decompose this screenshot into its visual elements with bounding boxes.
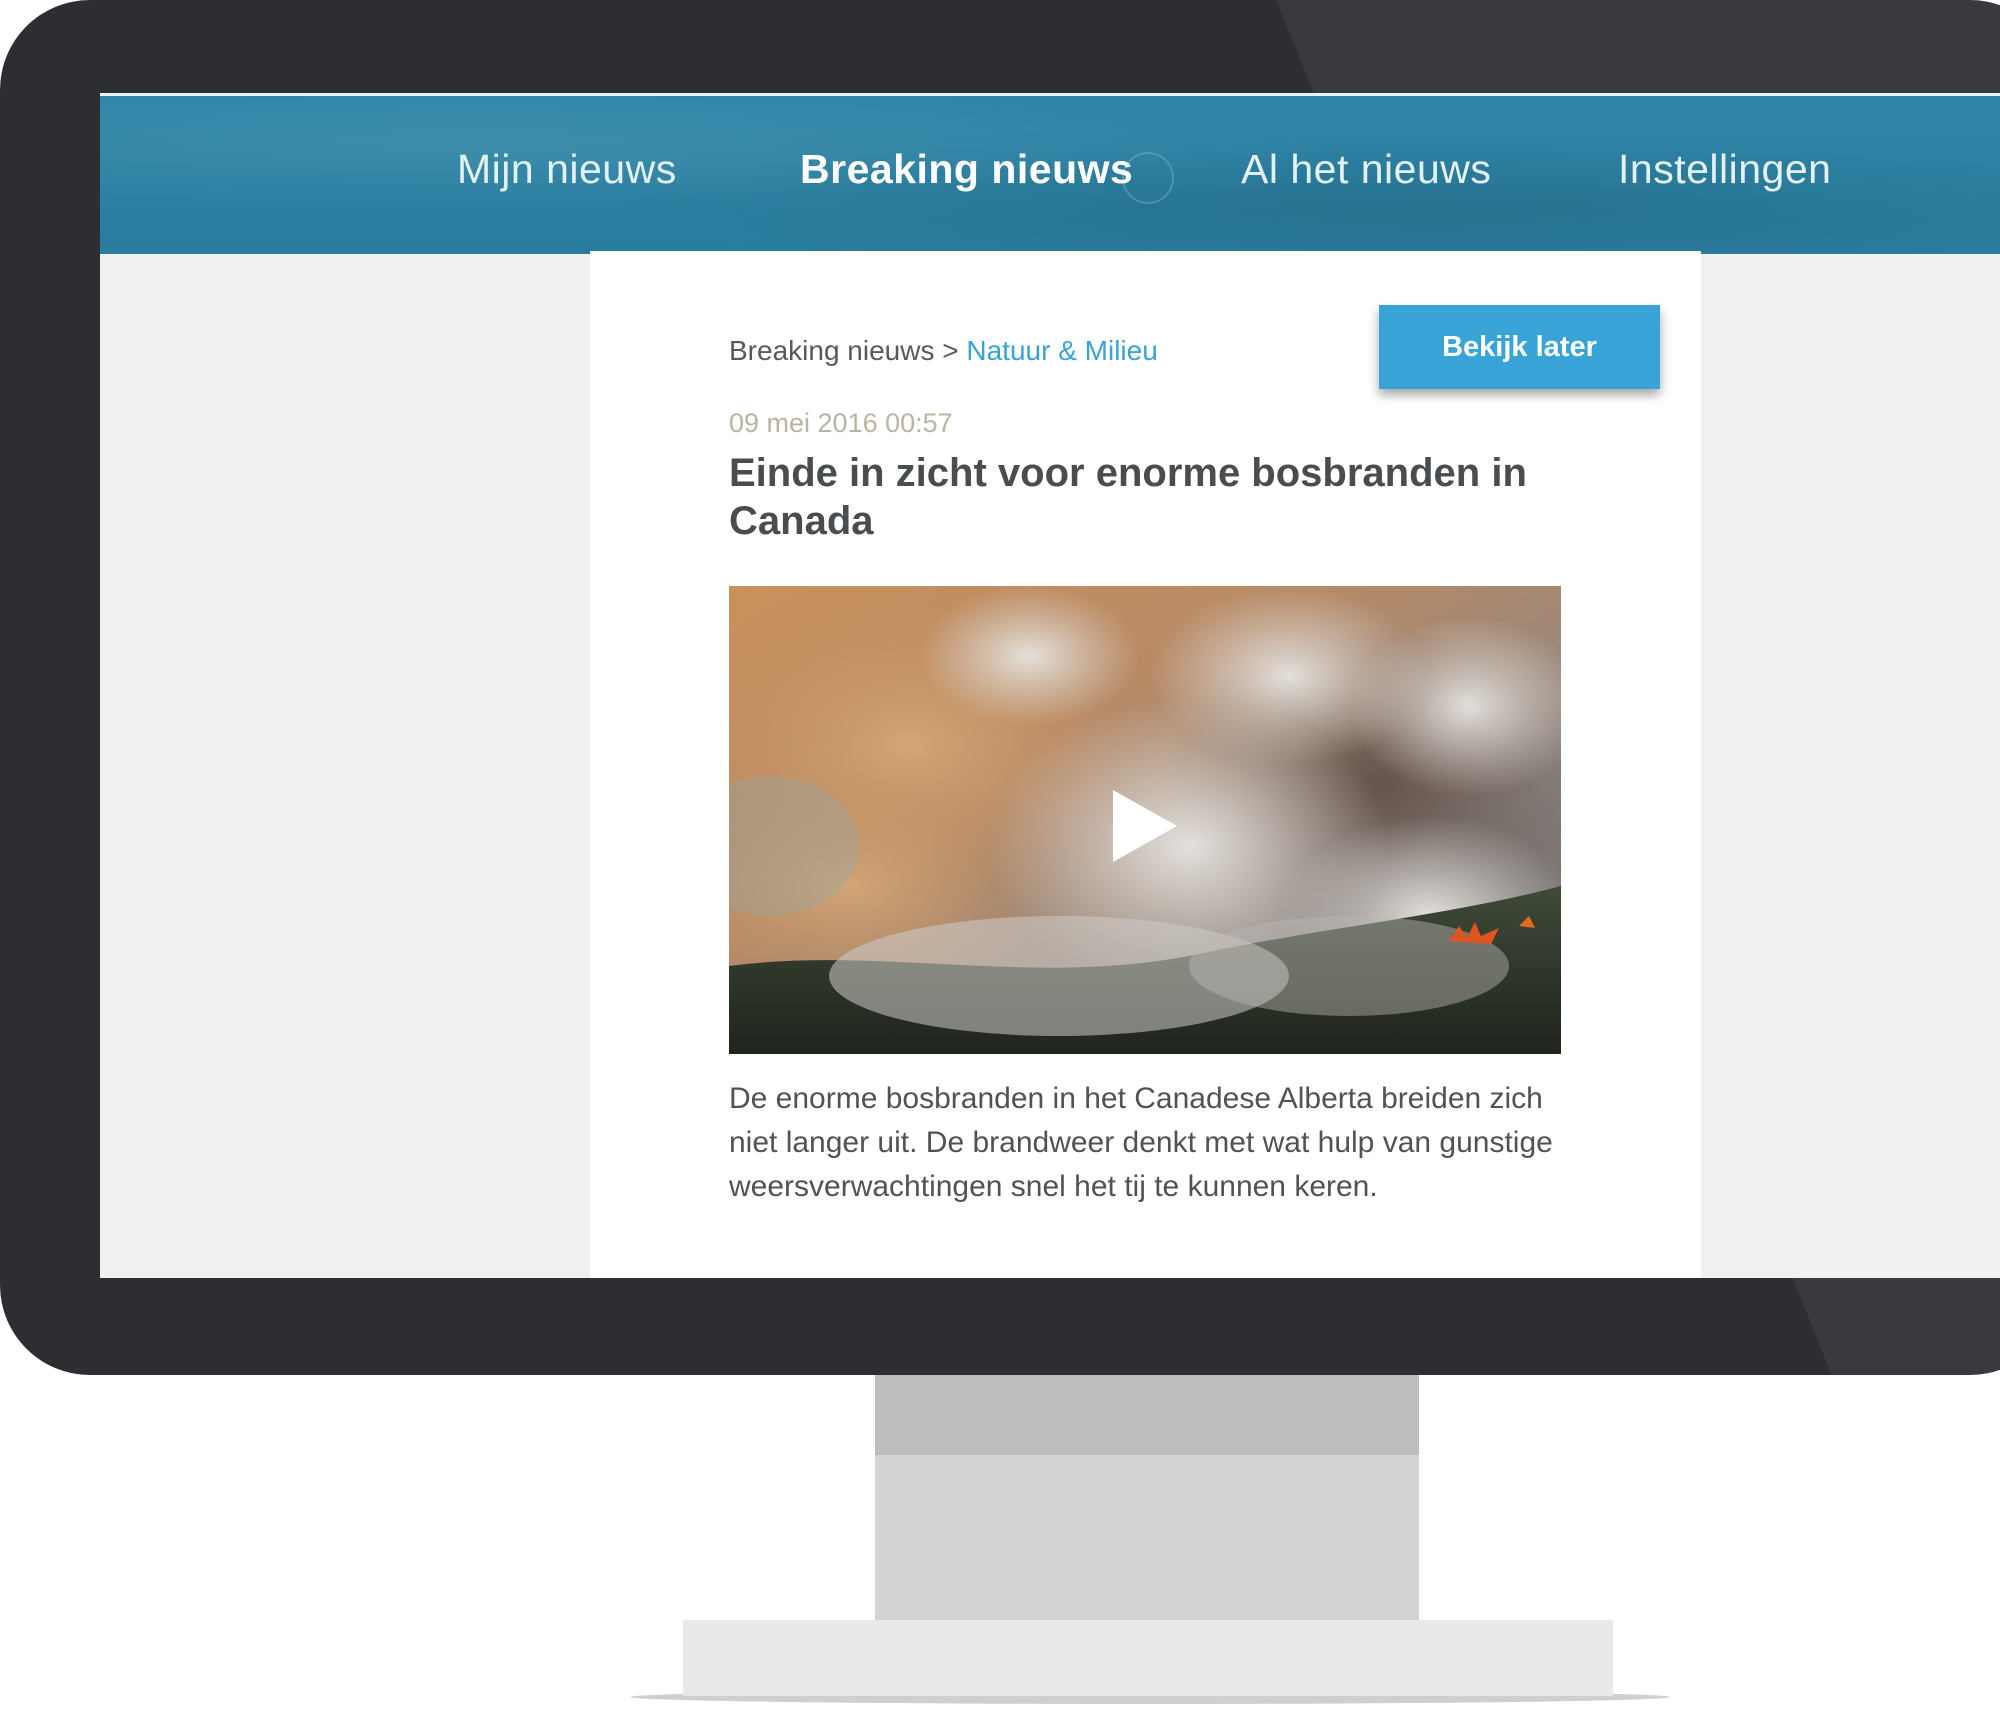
watch-later-button[interactable]: Bekijk later (1379, 305, 1660, 389)
monitor-mockup: Mijn nieuws Breaking nieuws Al het nieuw… (0, 0, 2000, 1711)
article-body: De enorme bosbranden in het Canadese Alb… (729, 1082, 1553, 1203)
breadcrumb-root[interactable]: Breaking nieuws (729, 335, 934, 366)
article-title: Einde in zicht voor enorme bosbranden in… (729, 451, 1527, 543)
nav-item-al-het-nieuws[interactable]: Al het nieuws (1241, 146, 1491, 193)
screen: Mijn nieuws Breaking nieuws Al het nieuw… (100, 93, 2000, 1278)
nav-item-mijn-nieuws[interactable]: Mijn nieuws (457, 146, 677, 193)
article-date: 09 mei 2016 00:57 (729, 408, 953, 438)
article-panel: Breaking nieuws > Natuur & Milieu Bekijk… (590, 251, 1701, 1278)
monitor-neck-shadow (875, 1375, 1419, 1455)
monitor-neck (875, 1455, 1419, 1620)
breadcrumb-category-link[interactable]: Natuur & Milieu (966, 335, 1157, 366)
circle-decoration-icon (1122, 152, 1174, 204)
breadcrumb-separator: > (942, 335, 959, 366)
video-player[interactable] (729, 586, 1561, 1054)
monitor-base (683, 1620, 1613, 1696)
nav-item-instellingen[interactable]: Instellingen (1618, 146, 1831, 193)
breadcrumb: Breaking nieuws > Natuur & Milieu (729, 335, 1158, 367)
play-icon[interactable] (1105, 786, 1185, 866)
nav-item-breaking-nieuws[interactable]: Breaking nieuws (800, 146, 1133, 193)
monitor-bezel: Mijn nieuws Breaking nieuws Al het nieuw… (0, 0, 2000, 1375)
top-navigation: Mijn nieuws Breaking nieuws Al het nieuw… (100, 93, 2000, 254)
